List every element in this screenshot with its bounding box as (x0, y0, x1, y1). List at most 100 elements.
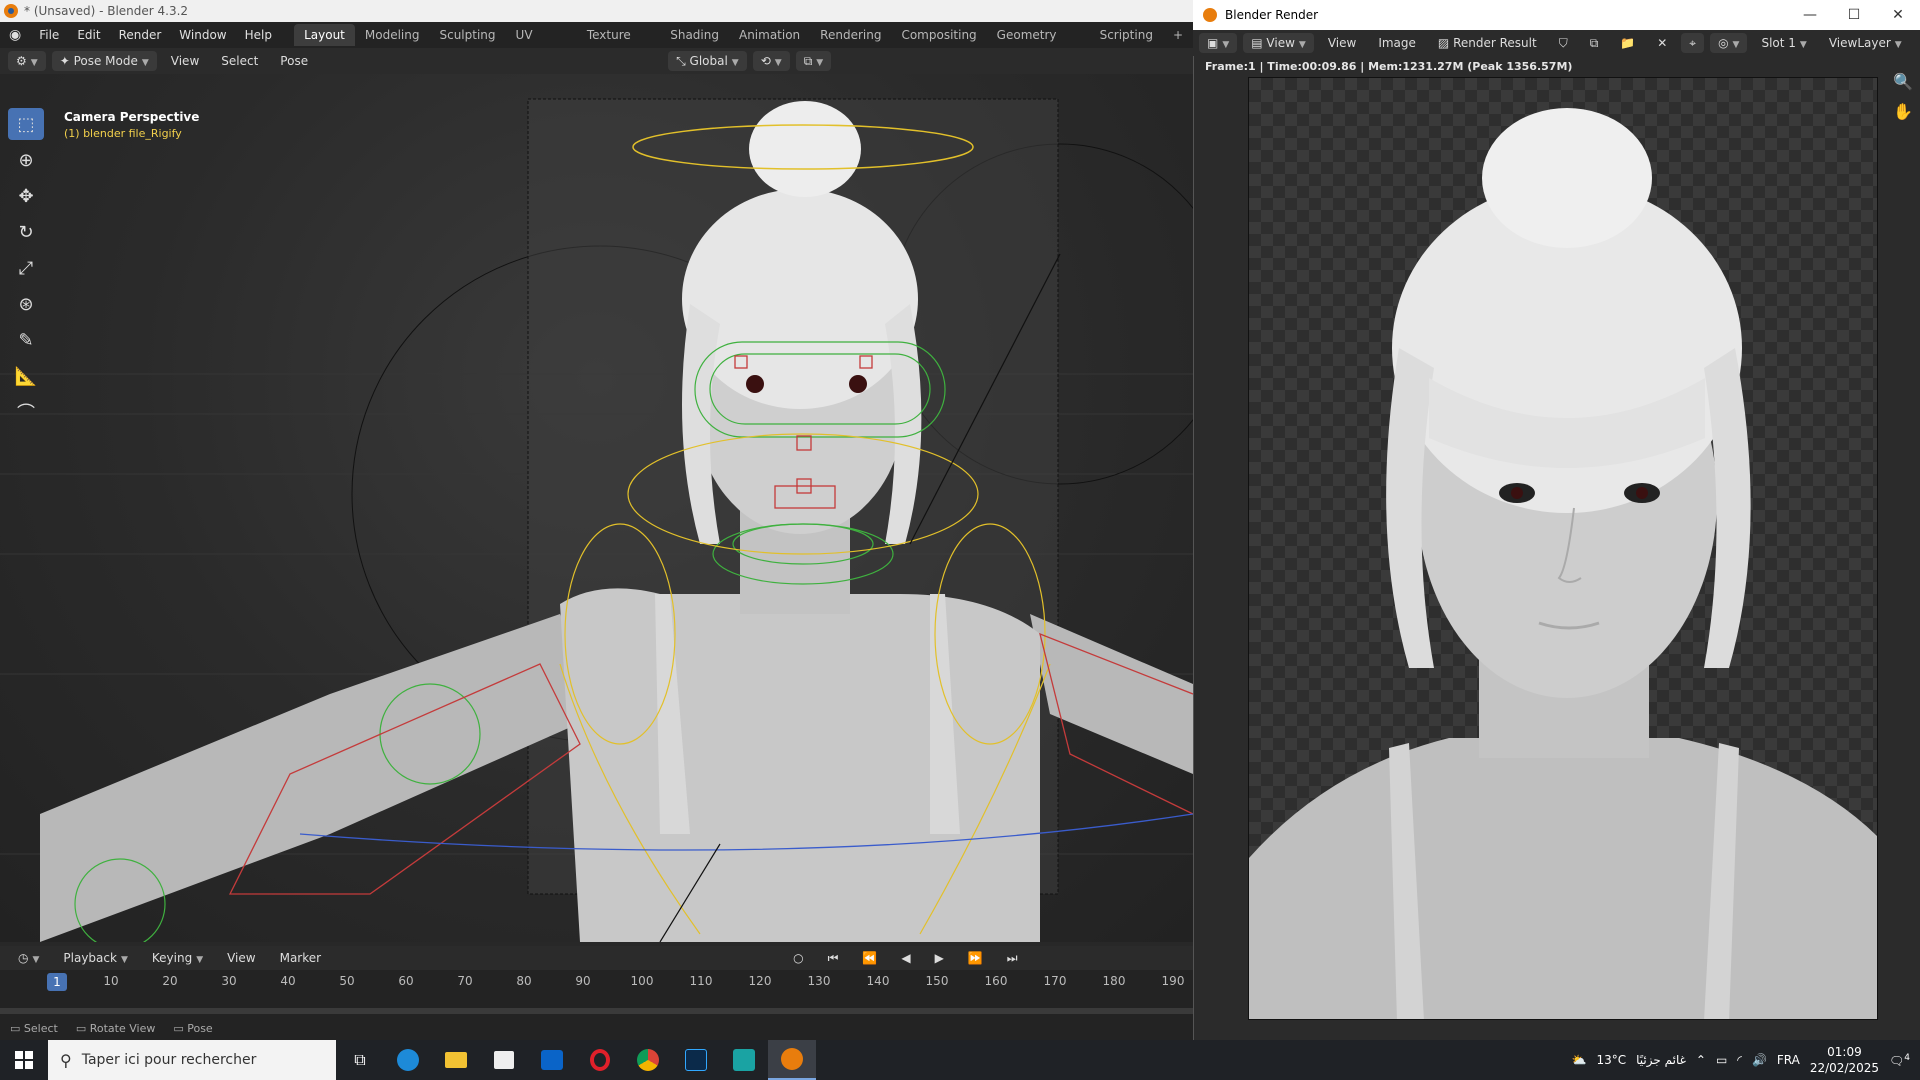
close-button[interactable]: ✕ (1876, 7, 1920, 23)
tab-layout[interactable]: Layout (294, 24, 355, 46)
3d-viewport[interactable] (0, 74, 1193, 942)
tab-geometry-nodes[interactable]: Geometry Nodes (987, 24, 1090, 64)
slot-dropdown[interactable]: Slot 1 ▼ (1753, 33, 1814, 53)
transform-tool-icon[interactable]: ⊛ (8, 288, 44, 320)
pivot-point-dropdown[interactable]: ⟲ ▼ (752, 51, 790, 71)
select-box-tool-icon[interactable]: ⬚ (8, 108, 44, 140)
windows-taskbar: ⚲ Taper ici pour rechercher ⧉ ⛅ 13°C غائ… (0, 1040, 1920, 1080)
current-frame-indicator[interactable]: 1 (47, 973, 67, 991)
new-image-icon[interactable]: ⧉ (1582, 33, 1607, 53)
overlays-icon[interactable]: ◎ ▼ (1710, 33, 1748, 53)
menu-edit[interactable]: Edit (68, 24, 109, 46)
tab-animation[interactable]: Animation (729, 24, 810, 46)
frame-ruler[interactable]: 1 10 20 30 40 50 60 70 80 90 100 110 120… (0, 970, 1193, 994)
cursor-tool-icon[interactable]: ⊕ (8, 144, 44, 176)
tab-uv-editing[interactable]: UV Editing (506, 24, 577, 64)
play-icon[interactable]: ▶ (927, 948, 952, 968)
menu-file[interactable]: File (30, 24, 68, 46)
image-icon: ▨ (1437, 36, 1454, 50)
tab-modeling[interactable]: Modeling (355, 24, 430, 46)
tab-sculpting[interactable]: Sculpting (429, 24, 505, 46)
annotate-tool-icon[interactable]: ✎ (8, 324, 44, 356)
frame-label: 30 (221, 974, 237, 988)
maya-icon[interactable] (720, 1040, 768, 1080)
menu-window[interactable]: Window (170, 24, 235, 46)
rotate-tool-icon[interactable]: ↻ (8, 216, 44, 248)
mode-dropdown[interactable]: ✦ Pose Mode ▼ (51, 51, 157, 71)
maximize-button[interactable]: ☐ (1832, 7, 1876, 23)
jump-keyframe-back-icon[interactable]: ⏪ (854, 948, 885, 968)
network-icon[interactable]: ◜ (1737, 1053, 1742, 1067)
taskbar-search-box[interactable]: ⚲ Taper ici pour rechercher (48, 1040, 336, 1080)
blender-logo-icon (1203, 8, 1217, 22)
task-view-icon[interactable]: ⧉ (336, 1040, 384, 1080)
editor-type-dropdown[interactable]: ⚙ ▼ (8, 51, 46, 71)
sample-tool-icon[interactable]: ⌖ (1681, 33, 1705, 53)
timeline-editor-type-dropdown[interactable]: ◷ ▼ (10, 948, 47, 968)
render-result-image[interactable] (1248, 77, 1878, 1020)
snap-dropdown[interactable]: ⧉ ▼ (795, 51, 832, 71)
select-menu[interactable]: Select (213, 51, 266, 71)
store-icon[interactable] (480, 1040, 528, 1080)
viewport-toolbar: ⬚ ⊕ ✥ ↻ ⤢ ⊛ ✎ 📐 ⌒ (8, 108, 48, 432)
volume-icon[interactable]: 🔊 (1752, 1053, 1767, 1067)
play-reverse-icon[interactable]: ◀ (893, 948, 918, 968)
render-view-menu[interactable]: View (1320, 33, 1364, 53)
minimize-button[interactable]: — (1788, 7, 1832, 23)
add-workspace-button[interactable]: + (1163, 24, 1193, 46)
tab-shading[interactable]: Shading (660, 24, 729, 46)
menu-render[interactable]: Render (110, 24, 171, 46)
weather-temp[interactable]: 13°C (1596, 1053, 1626, 1067)
render-result-selector[interactable]: ▨ Render Result (1430, 33, 1545, 53)
scale-tool-icon[interactable]: ⤢ (8, 252, 44, 284)
playback-menu[interactable]: Playback ▼ (55, 948, 135, 968)
jump-keyframe-forward-icon[interactable]: ⏩ (960, 948, 991, 968)
start-button[interactable] (0, 1040, 48, 1080)
tab-rendering[interactable]: Rendering (810, 24, 891, 46)
jump-start-icon[interactable]: ⏮ (820, 948, 847, 968)
blender-menu-icon[interactable]: ◉ (0, 24, 30, 46)
jump-end-icon[interactable]: ⏭ (999, 948, 1026, 968)
bone-tool-icon[interactable]: ⌒ (8, 396, 44, 428)
timeline-scrollbar[interactable] (0, 1008, 1193, 1014)
tab-compositing[interactable]: Compositing (891, 24, 986, 46)
edge-icon[interactable] (384, 1040, 432, 1080)
opera-icon[interactable] (576, 1040, 624, 1080)
view-layer-dropdown[interactable]: ViewLayer ▼ (1821, 33, 1910, 53)
image-editor-type-dropdown[interactable]: ▣ ▼ (1199, 33, 1238, 53)
image-menu[interactable]: Image (1370, 33, 1424, 53)
measure-tool-icon[interactable]: 📐 (8, 360, 44, 392)
keying-menu[interactable]: Keying ▼ (144, 948, 211, 968)
unlink-icon[interactable]: ✕ (1649, 33, 1675, 53)
input-language[interactable]: FRA (1777, 1053, 1800, 1067)
menu-help[interactable]: Help (236, 24, 281, 46)
blender-taskbar-icon[interactable] (768, 1040, 816, 1080)
open-image-icon[interactable]: 📁 (1612, 33, 1643, 53)
notification-count: 4 (1904, 1052, 1910, 1063)
photoshop-icon[interactable] (672, 1040, 720, 1080)
tab-scripting[interactable]: Scripting (1090, 24, 1163, 46)
file-explorer-icon[interactable] (432, 1040, 480, 1080)
frame-label: 160 (984, 974, 1008, 988)
display-icon[interactable]: ▭ (1716, 1053, 1727, 1067)
tab-texture-paint[interactable]: Texture Paint (577, 24, 660, 64)
chrome-icon[interactable] (624, 1040, 672, 1080)
auto-keying-icon[interactable]: ○ (785, 948, 811, 968)
move-tool-icon[interactable]: ✥ (8, 180, 44, 212)
pose-menu[interactable]: Pose (272, 51, 316, 71)
tray-overflow-icon[interactable]: ⌃ (1696, 1053, 1706, 1067)
render-view-dropdown[interactable]: ▤ View ▼ (1243, 33, 1314, 53)
marker-menu[interactable]: Marker (272, 948, 329, 968)
fake-user-icon[interactable]: ⛉ (1551, 33, 1576, 53)
render-window-title: Blender Render (1225, 8, 1319, 22)
outlook-icon[interactable] (528, 1040, 576, 1080)
notification-center-icon[interactable]: 🗨4 (1889, 1053, 1910, 1068)
taskbar-clock[interactable]: 01:09 22/02/2025 (1810, 1044, 1879, 1076)
zoom-icon[interactable]: 🔍 (1893, 72, 1913, 91)
view-menu[interactable]: View (163, 51, 207, 71)
timeline-view-menu[interactable]: View (219, 948, 263, 968)
frame-label: 130 (807, 974, 831, 988)
pan-hand-icon[interactable]: ✋ (1893, 102, 1913, 121)
render-header: ▣ ▼ ▤ View ▼ View Image ▨ Render Result ⛉ … (1193, 30, 1920, 56)
transform-orientation-dropdown[interactable]: ⤡ Global ▼ (668, 51, 747, 71)
